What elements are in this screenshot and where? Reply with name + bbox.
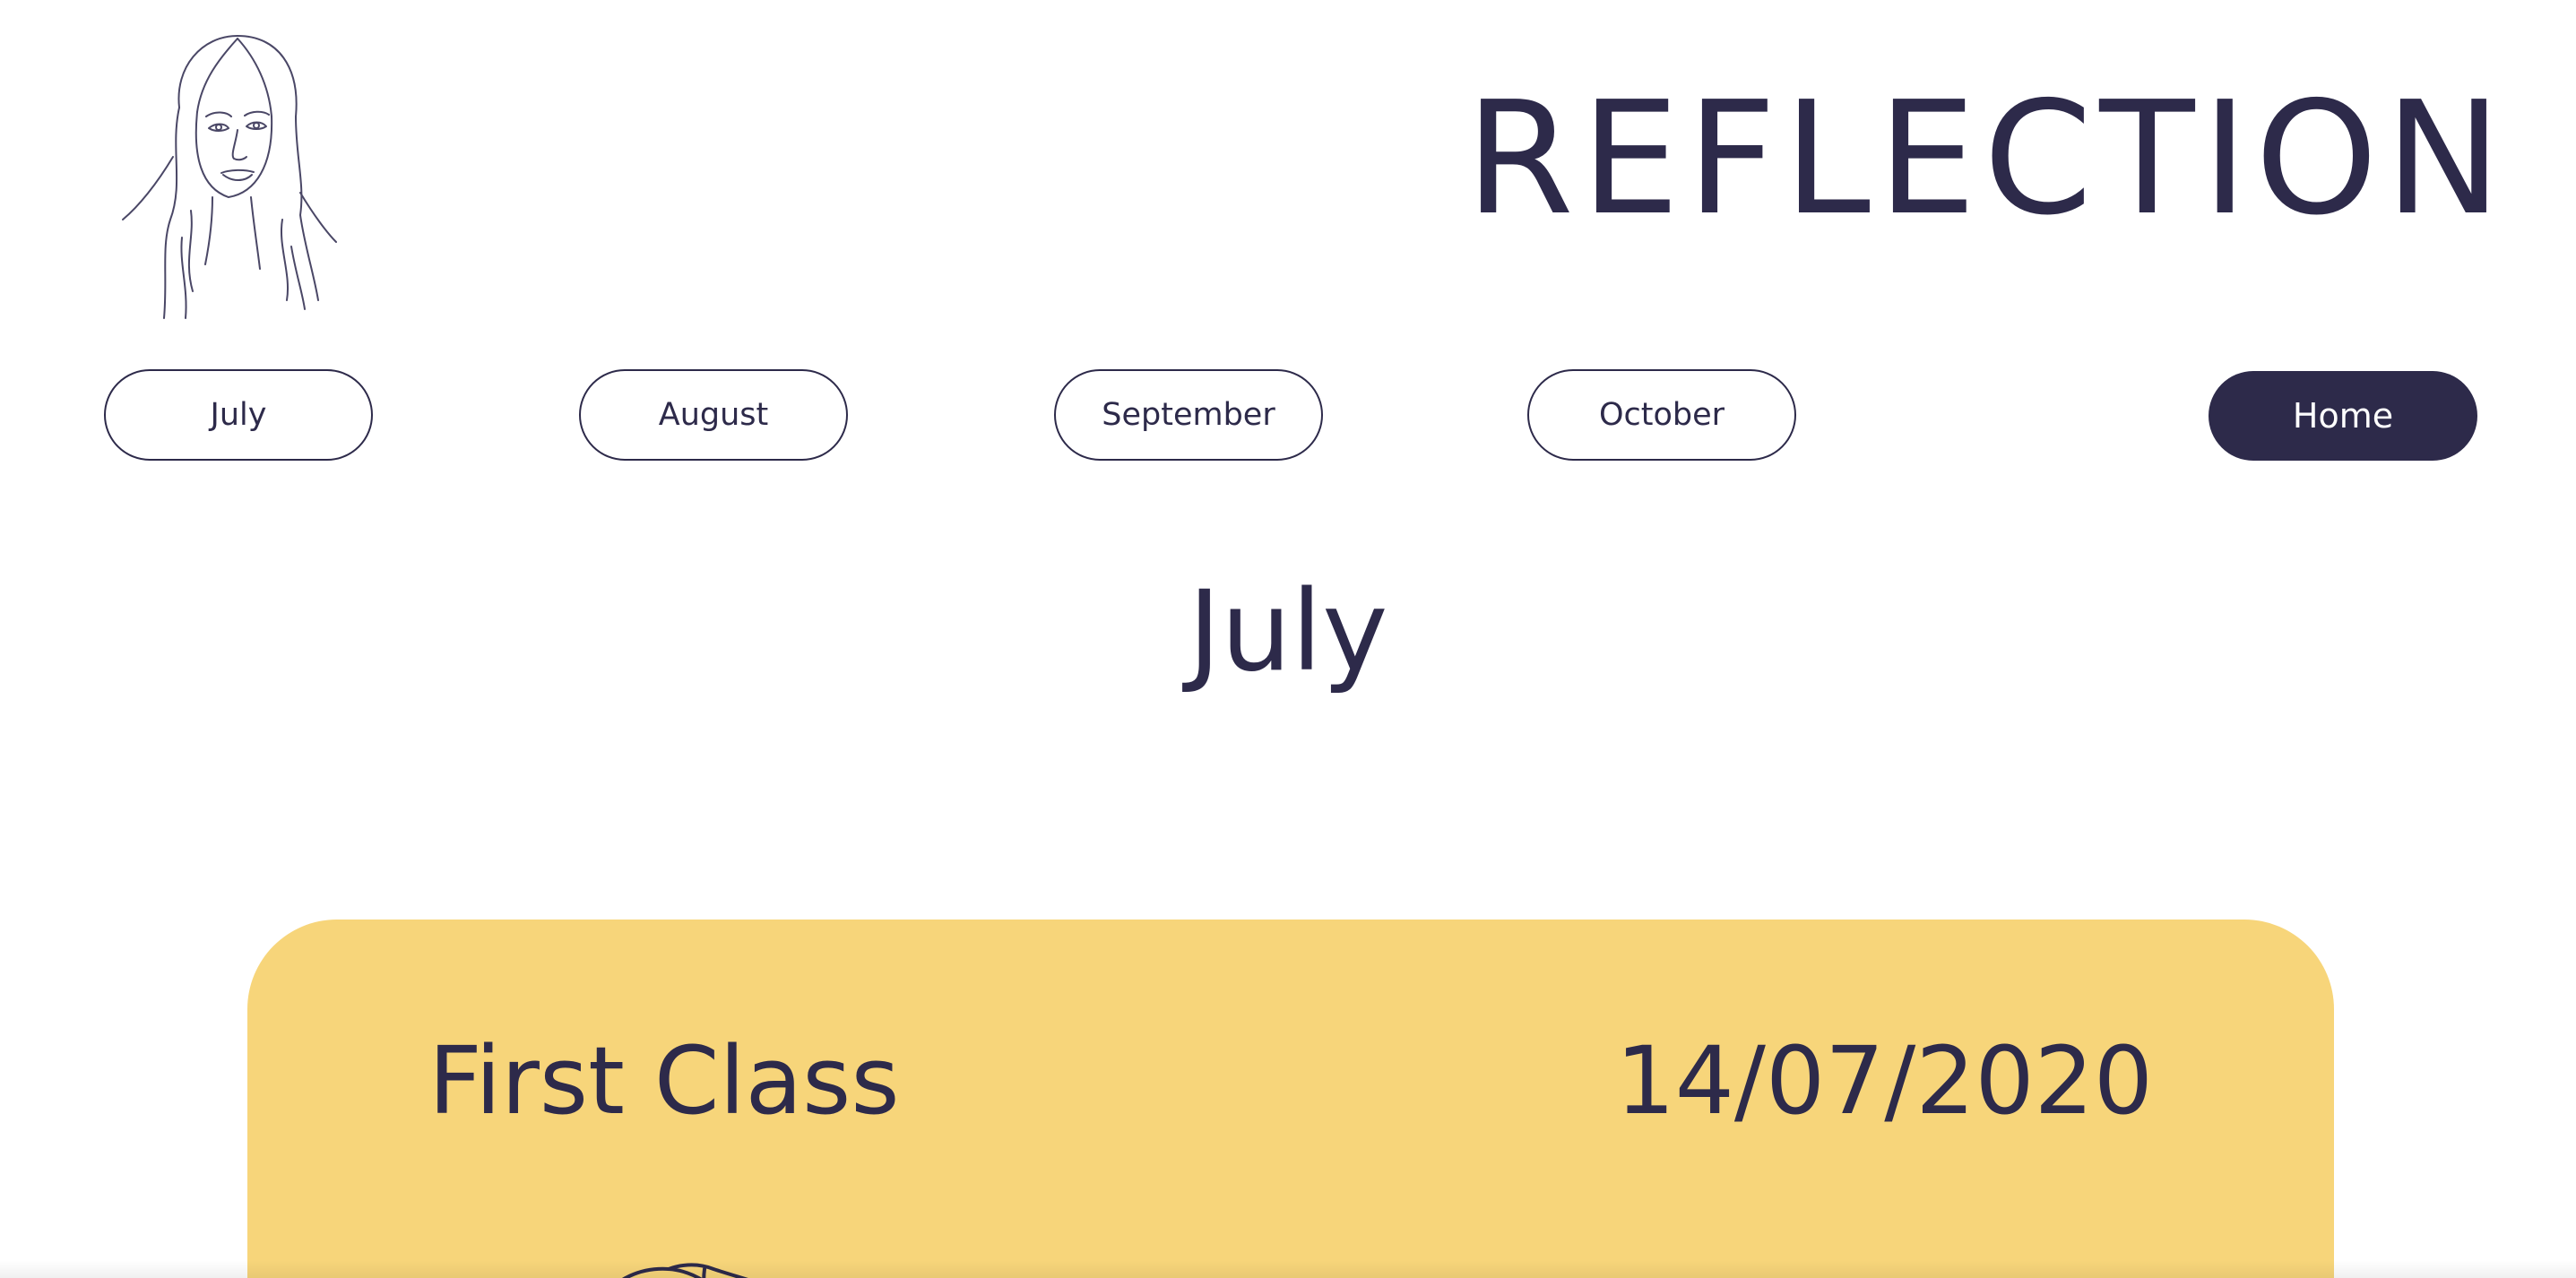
nav-button-september[interactable]: September	[1054, 369, 1323, 461]
nav-button-august[interactable]: August	[579, 369, 848, 461]
page-bottom-edge	[0, 1260, 2576, 1278]
card-title: First Class	[428, 1026, 900, 1136]
nav-button-home[interactable]: Home	[2209, 371, 2477, 461]
month-heading: July	[1188, 567, 1388, 696]
card-date: 14/07/2020	[1615, 1026, 2153, 1136]
reflection-card: First Class 14/07/2020	[247, 920, 2334, 1278]
nav-button-july[interactable]: July	[104, 369, 373, 461]
portrait-line-drawing-icon	[122, 35, 337, 319]
site-title: REFLECTION	[1465, 68, 2510, 250]
nav-button-october[interactable]: October	[1527, 369, 1796, 461]
